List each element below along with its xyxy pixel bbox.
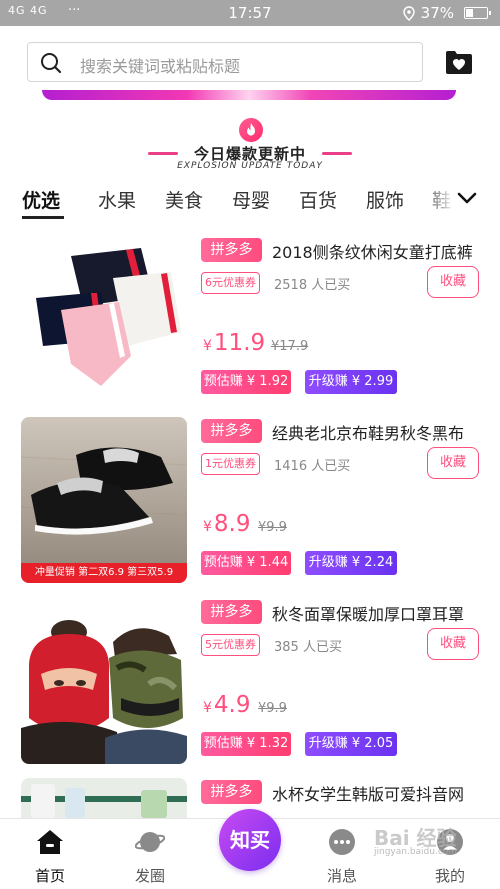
hot-subtitle: EXPLOSION UPDATE TODAY xyxy=(177,161,323,171)
collect-button[interactable]: 收藏 xyxy=(427,266,479,298)
nav-messages-label: 消息 xyxy=(326,867,357,885)
search-placeholder: 搜索关键词或粘贴标题 xyxy=(80,57,241,76)
product-image[interactable] xyxy=(21,598,187,764)
collect-button[interactable]: 收藏 xyxy=(427,447,479,479)
currency-symbol: ¥ xyxy=(203,700,212,716)
tab-general[interactable]: 百货 xyxy=(299,186,337,213)
planet-icon xyxy=(135,832,165,852)
pinduoduo-badge: 拼多多 xyxy=(201,600,262,624)
status-bar: 4G 4G ··· 17:57 37% xyxy=(0,0,500,26)
location-icon xyxy=(402,5,415,21)
product-title[interactable]: 秋冬面罩保暖加厚口罩耳罩 xyxy=(272,601,482,625)
product-card[interactable]: 冲量促销 第二双6.9 第三双5.9 拼多多 经典老北京布鞋男秋冬黑布 1元优惠… xyxy=(0,417,500,589)
battery-percent: 37% xyxy=(420,4,454,22)
price-value: 8.9 xyxy=(213,511,251,537)
promo-strip: 冲量促销 第二双6.9 第三双5.9 xyxy=(21,563,187,583)
product-image[interactable] xyxy=(21,778,187,818)
tabs-fade xyxy=(420,182,456,222)
nav-moments-label: 发圈 xyxy=(134,867,165,885)
upgrade-earnings-tag[interactable]: 升级赚 ¥ 2.24 xyxy=(305,551,397,575)
price: ¥8.9 xyxy=(203,511,251,537)
chevron-down-icon[interactable] xyxy=(456,188,478,208)
nav-home[interactable]: 首页 xyxy=(10,819,90,889)
product-title[interactable]: 经典老北京布鞋男秋冬黑布 xyxy=(272,420,482,444)
battery-icon xyxy=(464,7,491,19)
coupon-tag: 6元优惠券 xyxy=(201,272,260,294)
nav-messages[interactable]: 消息 xyxy=(302,819,382,889)
search-row: 搜索关键词或粘贴标题 xyxy=(0,40,500,86)
price-value: 4.9 xyxy=(213,692,251,718)
original-price: ¥9.9 xyxy=(258,701,287,716)
product-image[interactable]: 冲量促销 第二双6.9 第三双5.9 xyxy=(21,417,187,583)
hot-update-header: 今日爆款更新中 EXPLOSION UPDATE TODAY xyxy=(0,116,500,176)
search-icon xyxy=(41,53,62,74)
tab-youxuan[interactable]: 优选 xyxy=(22,186,60,213)
zhimai-center-button[interactable]: 知买 xyxy=(219,809,281,871)
original-price: ¥9.9 xyxy=(258,520,287,535)
favorites-folder-icon[interactable] xyxy=(444,48,474,76)
search-input[interactable]: 搜索关键词或粘贴标题 xyxy=(27,42,423,82)
sold-count: 1416 人已买 xyxy=(274,459,351,474)
estimated-earnings-tag: 预估赚 ¥ 1.32 xyxy=(201,732,291,756)
currency-symbol: ¥ xyxy=(203,338,212,354)
tab-food[interactable]: 美食 xyxy=(165,186,203,213)
sold-count: 385 人已买 xyxy=(274,640,342,655)
estimated-earnings-tag: 预估赚 ¥ 1.44 xyxy=(201,551,291,575)
category-tabs: 优选 水果 美食 母婴 百货 服饰 鞋 xyxy=(0,182,500,226)
flame-icon xyxy=(239,118,263,142)
coupon-tag: 1元优惠券 xyxy=(201,453,260,475)
product-title[interactable]: 水杯女学生韩版可爱抖音网 xyxy=(272,781,482,805)
tab-baby[interactable]: 母婴 xyxy=(232,186,270,213)
active-tab-indicator xyxy=(22,216,64,219)
status-right: 37% xyxy=(402,4,491,22)
upgrade-earnings-tag[interactable]: 升级赚 ¥ 2.99 xyxy=(305,370,397,394)
nav-moments[interactable]: 发圈 xyxy=(110,819,190,889)
home-icon xyxy=(37,830,63,854)
product-title[interactable]: 2018侧条纹休闲女童打底裤 xyxy=(272,239,482,263)
currency-symbol: ¥ xyxy=(203,519,212,535)
product-card[interactable]: 拼多多 秋冬面罩保暖加厚口罩耳罩 5元优惠券 385 人已买 收藏 ¥4.9 ¥… xyxy=(0,598,500,770)
upgrade-earnings-tag[interactable]: 升级赚 ¥ 2.05 xyxy=(305,732,397,756)
chat-bubble-icon xyxy=(329,829,355,855)
tab-fruit[interactable]: 水果 xyxy=(98,186,136,213)
product-card[interactable]: 拼多多 2018侧条纹休闲女童打底裤 6元优惠券 2518 人已买 收藏 ¥11… xyxy=(0,236,500,408)
nav-home-label: 首页 xyxy=(34,867,65,885)
product-image[interactable] xyxy=(21,236,187,402)
pinduoduo-badge: 拼多多 xyxy=(201,238,262,262)
price: ¥4.9 xyxy=(203,692,251,718)
estimated-earnings-tag: 预估赚 ¥ 1.92 xyxy=(201,370,291,394)
banner-carousel[interactable] xyxy=(42,90,456,100)
price-value: 11.9 xyxy=(213,330,266,356)
nav-mine-label: 我的 xyxy=(434,867,465,885)
pinduoduo-badge: 拼多多 xyxy=(201,780,262,804)
pinduoduo-badge: 拼多多 xyxy=(201,419,262,443)
coupon-tag: 5元优惠券 xyxy=(201,634,260,656)
original-price: ¥17.9 xyxy=(271,339,309,354)
sold-count: 2518 人已买 xyxy=(274,278,351,293)
watermark-sub: jingyan.baidu.com xyxy=(374,847,458,857)
collect-button[interactable]: 收藏 xyxy=(427,628,479,660)
tab-clothing[interactable]: 服饰 xyxy=(366,186,404,213)
price: ¥11.9 xyxy=(203,330,265,356)
baidu-watermark: Bai 经验 jingyan.baidu.com xyxy=(374,822,457,857)
